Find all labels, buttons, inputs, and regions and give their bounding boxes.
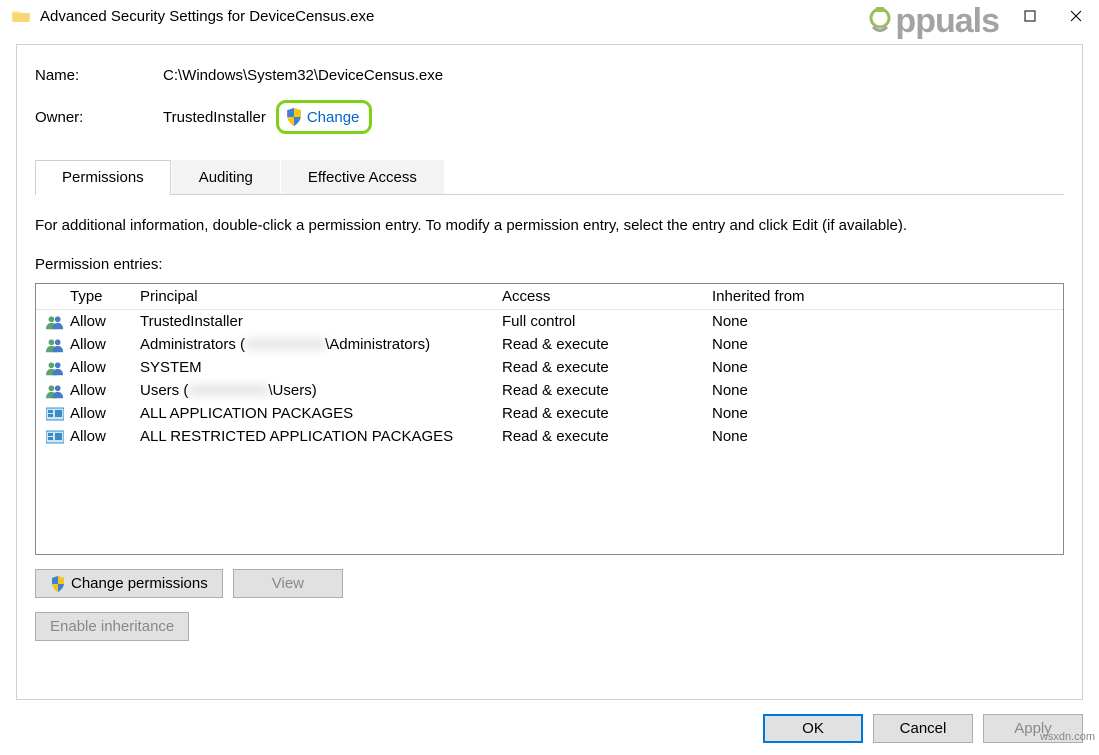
cell-principal: ALL APPLICATION PACKAGES: [140, 405, 502, 422]
owner-row: Owner: TrustedInstaller Change: [35, 100, 1064, 134]
shield-icon: [285, 108, 303, 126]
permissions-table: Type Principal Access Inherited from All…: [35, 283, 1064, 555]
cell-access: Read & execute: [502, 382, 712, 399]
cell-inherited: None: [712, 313, 1059, 330]
header-principal[interactable]: Principal: [140, 288, 502, 305]
cell-type: Allow: [70, 359, 140, 376]
header-inherited[interactable]: Inherited from: [712, 288, 1059, 305]
watermark: ppuals: [863, 2, 999, 41]
shield-icon: [50, 576, 66, 592]
dialog-body: Name: C:\Windows\System32\DeviceCensus.e…: [16, 44, 1083, 700]
footer-buttons: OK Cancel Apply: [763, 714, 1083, 743]
folder-icon: [12, 7, 30, 25]
cell-access: Full control: [502, 313, 712, 330]
table-header: Type Principal Access Inherited from: [36, 284, 1063, 310]
users-icon: [46, 314, 64, 330]
owner-label: Owner:: [35, 109, 163, 126]
package-icon: [46, 429, 64, 445]
table-row[interactable]: AllowUsers (XXXXXXXX\Users)Read & execut…: [36, 379, 1063, 402]
users-icon: [46, 337, 64, 353]
tabs: Permissions Auditing Effective Access: [35, 160, 1064, 195]
table-row[interactable]: AllowALL RESTRICTED APPLICATION PACKAGES…: [36, 425, 1063, 448]
instruction-text: For additional information, double-click…: [35, 217, 1064, 234]
window-controls: [1007, 0, 1099, 32]
close-button[interactable]: [1053, 0, 1099, 32]
watermark-text: ppuals: [895, 2, 999, 41]
name-value: C:\Windows\System32\DeviceCensus.exe: [163, 67, 443, 84]
header-type[interactable]: Type: [70, 288, 140, 305]
users-icon: [46, 383, 64, 399]
change-owner-link[interactable]: Change: [307, 109, 360, 126]
tab-body: For additional information, double-click…: [35, 195, 1064, 641]
cell-inherited: None: [712, 336, 1059, 353]
owner-value: TrustedInstaller: [163, 109, 266, 126]
name-row: Name: C:\Windows\System32\DeviceCensus.e…: [35, 67, 1064, 84]
package-icon: [46, 406, 64, 422]
cell-principal: Users (XXXXXXXX\Users): [140, 382, 502, 399]
cell-principal: ALL RESTRICTED APPLICATION PACKAGES: [140, 428, 502, 445]
header-access[interactable]: Access: [502, 288, 712, 305]
entries-label: Permission entries:: [35, 256, 1064, 273]
cell-inherited: None: [712, 382, 1059, 399]
cell-type: Allow: [70, 428, 140, 445]
cancel-button[interactable]: Cancel: [873, 714, 973, 743]
action-row-2: Enable inheritance: [35, 612, 1064, 641]
change-permissions-label: Change permissions: [71, 575, 208, 592]
cell-type: Allow: [70, 336, 140, 353]
change-permissions-button[interactable]: Change permissions: [35, 569, 223, 598]
cell-access: Read & execute: [502, 359, 712, 376]
cell-principal: SYSTEM: [140, 359, 502, 376]
action-row-1: Change permissions View: [35, 569, 1064, 598]
cell-principal: Administrators (XXXXXXXX\Administrators): [140, 336, 502, 353]
cell-access: Read & execute: [502, 405, 712, 422]
cell-type: Allow: [70, 405, 140, 422]
enable-inheritance-label: Enable inheritance: [50, 618, 174, 635]
view-button[interactable]: View: [233, 569, 343, 598]
cell-inherited: None: [712, 405, 1059, 422]
change-owner-highlight: Change: [276, 100, 373, 134]
table-row[interactable]: AllowTrustedInstallerFull controlNone: [36, 310, 1063, 333]
cell-type: Allow: [70, 313, 140, 330]
window-title: Advanced Security Settings for DeviceCen…: [40, 8, 374, 25]
cell-inherited: None: [712, 359, 1059, 376]
users-icon: [46, 360, 64, 376]
tab-effective-access[interactable]: Effective Access: [281, 160, 444, 194]
cell-principal: TrustedInstaller: [140, 313, 502, 330]
name-label: Name:: [35, 67, 163, 84]
table-row[interactable]: AllowAdministrators (XXXXXXXX\Administra…: [36, 333, 1063, 356]
cell-access: Read & execute: [502, 336, 712, 353]
tab-auditing[interactable]: Auditing: [172, 160, 280, 194]
tab-permissions[interactable]: Permissions: [35, 160, 171, 194]
enable-inheritance-button[interactable]: Enable inheritance: [35, 612, 189, 641]
table-row[interactable]: AllowSYSTEMRead & executeNone: [36, 356, 1063, 379]
ok-button[interactable]: OK: [763, 714, 863, 743]
cell-type: Allow: [70, 382, 140, 399]
maximize-button[interactable]: [1007, 0, 1053, 32]
table-row[interactable]: AllowALL APPLICATION PACKAGESRead & exec…: [36, 402, 1063, 425]
cell-access: Read & execute: [502, 428, 712, 445]
attribution: wsxdn.com: [1040, 731, 1095, 743]
view-label: View: [248, 575, 328, 592]
cell-inherited: None: [712, 428, 1059, 445]
